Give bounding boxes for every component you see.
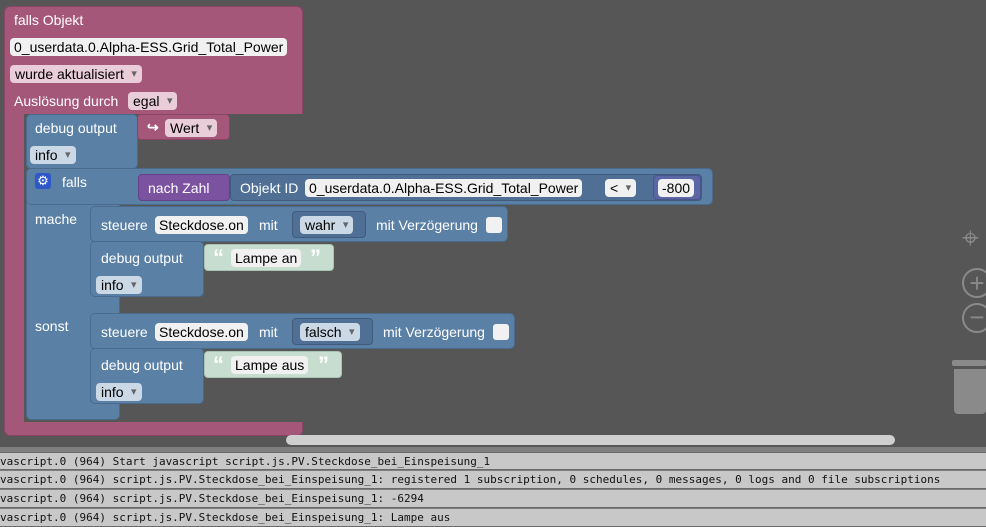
- horizontal-scrollbar[interactable]: [286, 435, 895, 445]
- debug-output-label-else: debug output: [101, 357, 183, 373]
- delay-checkbox-else[interactable]: [493, 324, 509, 340]
- device-field-then[interactable]: Steckdose.on: [155, 216, 248, 234]
- trash-icon[interactable]: [952, 360, 986, 414]
- event-condition-dropdown[interactable]: wurde aktualisiert: [10, 65, 142, 83]
- debug-output-label-1: debug output: [35, 120, 117, 136]
- debug-output-label-then: debug output: [101, 250, 183, 266]
- if-object-id-field[interactable]: 0_userdata.0.Alpha-ESS.Grid_Total_Power: [305, 179, 583, 197]
- text-field-then[interactable]: Lampe an: [231, 249, 302, 267]
- log-line: vascript.0 (964) Start javascript script…: [0, 452, 986, 470]
- log-line: vascript.0 (964) script.js.PV.Steckdose_…: [0, 509, 986, 527]
- do-label: mache: [35, 211, 78, 227]
- object-id-label: Objekt ID: [240, 180, 299, 196]
- log-line: vascript.0 (964) script.js.PV.Steckdose_…: [0, 490, 986, 508]
- return-arrow-icon: ↪: [147, 119, 159, 135]
- close-quote-icon: ”: [310, 245, 321, 270]
- gear-icon[interactable]: ⚙: [35, 173, 51, 189]
- event-object-id-field[interactable]: 0_userdata.0.Alpha-ESS.Grid_Total_Power: [10, 38, 288, 56]
- if-label: falls: [62, 174, 87, 190]
- bool-dropdown-else[interactable]: falsch: [300, 323, 360, 341]
- number-field[interactable]: -800: [658, 179, 695, 197]
- value-dropdown[interactable]: Wert: [165, 119, 218, 137]
- to-number-label: nach Zahl: [148, 180, 210, 196]
- with-label-else: mit: [259, 324, 278, 340]
- delay-label-then: mit Verzögerung: [376, 217, 478, 233]
- text-field-else[interactable]: Lampe aus: [231, 356, 309, 374]
- trigger-dropdown[interactable]: egal: [128, 92, 178, 110]
- bool-dropdown-then[interactable]: wahr: [300, 216, 354, 234]
- with-label-then: mit: [259, 217, 278, 233]
- debug-level-dropdown-1[interactable]: info: [30, 146, 76, 164]
- delay-checkbox-then[interactable]: [486, 217, 502, 233]
- open-quote-icon: “: [213, 352, 224, 377]
- plus-icon[interactable]: +: [962, 268, 986, 298]
- minus-icon[interactable]: −: [962, 303, 986, 333]
- close-quote-icon: ”: [318, 352, 329, 377]
- device-field-else[interactable]: Steckdose.on: [155, 323, 248, 341]
- log-line: vascript.0 (964) script.js.PV.Steckdose_…: [0, 471, 986, 489]
- debug-level-dropdown-then[interactable]: info: [96, 276, 142, 294]
- delay-label-else: mit Verzögerung: [383, 324, 485, 340]
- debug-level-dropdown-else[interactable]: info: [96, 383, 142, 401]
- operator-dropdown[interactable]: <: [605, 179, 637, 197]
- else-label: sonst: [35, 318, 69, 334]
- trigger-label: Auslösung durch: [14, 93, 119, 109]
- event-block-title: falls Objekt: [14, 12, 84, 28]
- open-quote-icon: “: [213, 245, 224, 270]
- target-icon[interactable]: ⌖: [962, 222, 979, 256]
- control-label-else: steuere: [101, 324, 148, 340]
- control-label-then: steuere: [101, 217, 148, 233]
